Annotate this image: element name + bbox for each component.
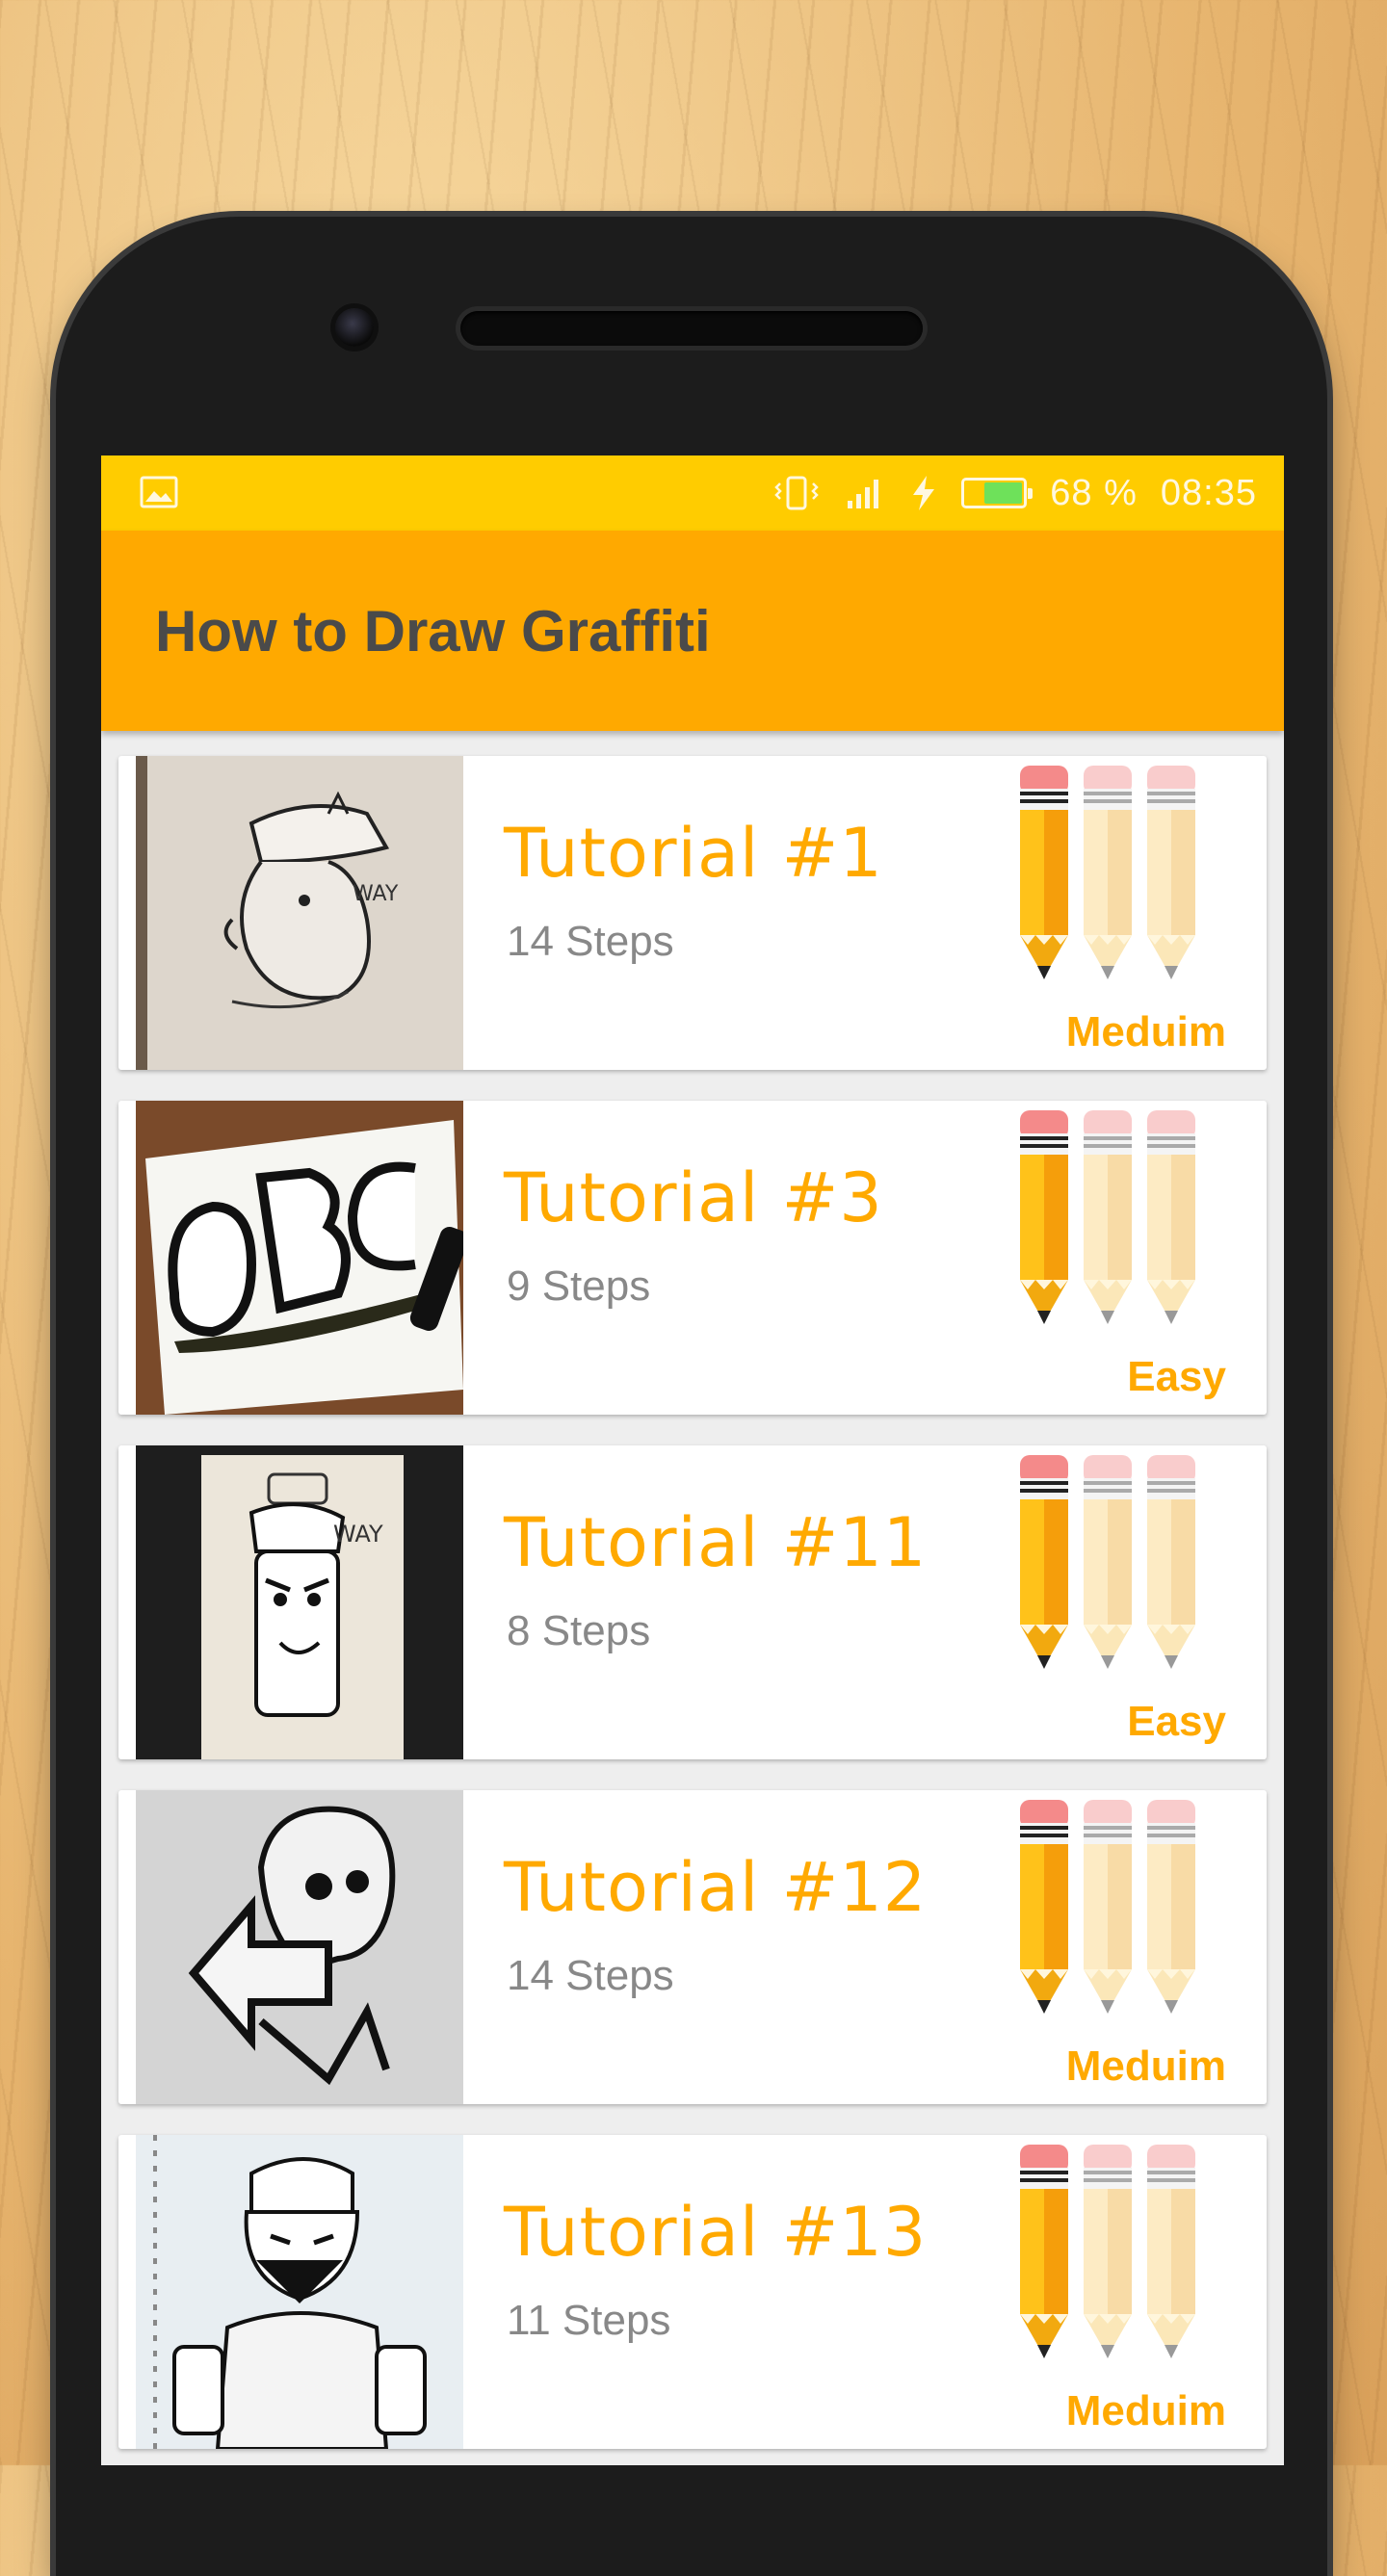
tutorial-title: Tutorial #3	[504, 1158, 883, 1237]
tutorial-card[interactable]: WAY Tutorial #11 8 Steps Easy	[118, 1445, 1267, 1759]
tutorial-thumbnail: WAY	[136, 1445, 463, 1759]
tutorial-thumbnail	[136, 1790, 463, 2104]
tutorial-title: Tutorial #12	[504, 1848, 928, 1927]
tutorial-thumbnail	[136, 2135, 463, 2449]
tutorial-steps: 14 Steps	[507, 918, 674, 965]
tutorial-steps: 14 Steps	[507, 1952, 674, 1999]
signal-icon	[844, 474, 886, 512]
tutorial-thumbnail	[136, 1101, 463, 1415]
app-bar: How to Draw Graffiti	[101, 531, 1284, 731]
difficulty-label: Easy	[1127, 1353, 1226, 1400]
tutorial-card[interactable]: WAY Tutorial #1 14 Steps Meduim	[118, 756, 1267, 1070]
battery-icon	[961, 478, 1034, 508]
difficulty-label: Meduim	[1065, 2043, 1226, 2090]
tutorial-steps: 9 Steps	[507, 1262, 651, 1310]
tutorial-card[interactable]: Tutorial #13 11 Steps Meduim	[118, 2135, 1267, 2449]
charging-icon	[909, 474, 938, 512]
app-screen: 68 % 08:35 How to Draw Graffiti WAY Tuto…	[101, 455, 1284, 2465]
difficulty-label: Meduim	[1065, 1008, 1226, 1055]
tutorial-steps: 11 Steps	[507, 2297, 671, 2344]
difficulty-pencils-icon	[1020, 766, 1213, 997]
difficulty-pencils-icon	[1020, 1110, 1213, 1341]
app-title: How to Draw Graffiti	[155, 598, 711, 664]
tutorial-title: Tutorial #11	[504, 1503, 928, 1582]
svg-text:WAY: WAY	[333, 1521, 383, 1548]
tutorial-list: WAY Tutorial #1 14 Steps Meduim Tutorial…	[101, 731, 1284, 2449]
status-indicators: 68 % 08:35	[772, 455, 1257, 531]
tutorial-steps: 8 Steps	[507, 1607, 651, 1654]
status-bar: 68 % 08:35	[101, 455, 1284, 531]
difficulty-label: Easy	[1127, 1698, 1226, 1745]
tutorial-title: Tutorial #13	[504, 2193, 928, 2272]
clock: 08:35	[1160, 472, 1257, 513]
svg-text:WAY: WAY	[353, 882, 399, 906]
front-camera	[335, 308, 374, 347]
tutorial-card[interactable]: Tutorial #3 9 Steps Easy	[118, 1101, 1267, 1415]
battery-percent: 68 %	[1050, 472, 1138, 513]
difficulty-pencils-icon	[1020, 1800, 1213, 2031]
tutorial-thumbnail: WAY	[136, 756, 463, 1070]
image-icon	[140, 475, 178, 509]
tutorial-title: Tutorial #1	[504, 814, 883, 893]
earpiece-speaker	[460, 311, 923, 346]
difficulty-pencils-icon	[1020, 2145, 1213, 2376]
difficulty-pencils-icon	[1020, 1455, 1213, 1686]
vibrate-icon	[772, 474, 821, 512]
difficulty-label: Meduim	[1065, 2387, 1226, 2434]
tutorial-card[interactable]: Tutorial #12 14 Steps Meduim	[118, 1790, 1267, 2104]
